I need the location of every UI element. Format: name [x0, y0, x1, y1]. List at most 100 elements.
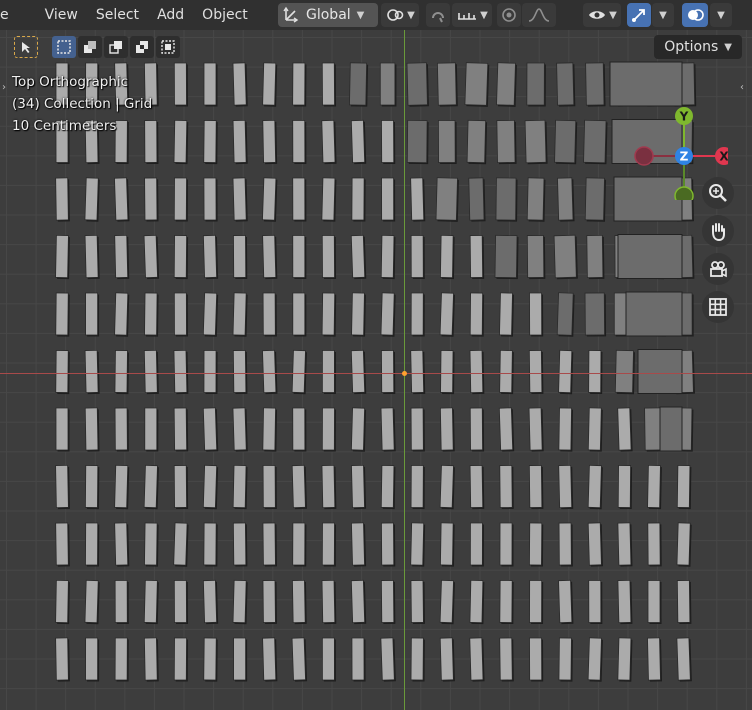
grid-object[interactable]: [587, 464, 603, 510]
grid-object[interactable]: [291, 637, 308, 682]
grid-object-large[interactable]: [637, 349, 683, 394]
grid-object[interactable]: [528, 407, 544, 452]
grid-object[interactable]: [173, 522, 189, 567]
proportional-edit-toggle[interactable]: [497, 3, 521, 27]
grid-object[interactable]: [379, 62, 397, 107]
grid-object[interactable]: [173, 407, 189, 452]
grid-object[interactable]: [349, 62, 369, 107]
grid-object[interactable]: [232, 522, 248, 567]
grid-object[interactable]: [85, 637, 100, 682]
gizmo-toggle[interactable]: [627, 3, 651, 27]
grid-object[interactable]: [291, 464, 307, 510]
grid-object[interactable]: [588, 580, 603, 625]
grid-object[interactable]: [262, 119, 278, 165]
grid-object[interactable]: [232, 62, 248, 107]
grid-object[interactable]: [144, 120, 159, 165]
gizmo-dropdown[interactable]: ▼: [652, 3, 674, 27]
grid-object[interactable]: [292, 292, 307, 337]
grid-object[interactable]: [676, 637, 692, 682]
grid-object[interactable]: [647, 580, 662, 625]
grid-object[interactable]: [410, 292, 425, 337]
grid-object[interactable]: [439, 292, 455, 337]
grid-object[interactable]: [410, 465, 425, 510]
snap-toggle[interactable]: [426, 3, 450, 27]
grid-object[interactable]: [173, 235, 189, 280]
grid-object[interactable]: [232, 119, 248, 165]
mode-subtract-selection[interactable]: [104, 36, 128, 58]
grid-object-large[interactable]: [617, 234, 683, 279]
grid-object[interactable]: [617, 637, 633, 682]
grid-object[interactable]: [410, 522, 426, 567]
grid-object[interactable]: [439, 579, 455, 625]
grid-object[interactable]: [173, 580, 188, 625]
grid-object[interactable]: [495, 177, 518, 222]
overlays-toggle[interactable]: [682, 3, 708, 27]
grid-object[interactable]: [173, 637, 189, 682]
grid-object[interactable]: [410, 235, 425, 280]
grid-object[interactable]: [350, 579, 367, 625]
grid-object[interactable]: [292, 62, 307, 107]
grid-object[interactable]: [587, 637, 603, 682]
grid-object[interactable]: [466, 119, 488, 165]
grid-object[interactable]: [262, 407, 278, 452]
options-dropdown[interactable]: Options ▼: [654, 35, 742, 59]
gizmo-neg-x[interactable]: [634, 146, 654, 166]
grid-object[interactable]: [617, 465, 633, 510]
grid-object[interactable]: [202, 234, 219, 280]
grid-object[interactable]: [321, 292, 337, 337]
grid-object[interactable]: [438, 120, 457, 165]
grid-object[interactable]: [232, 177, 248, 222]
grid-object[interactable]: [499, 465, 514, 510]
grid-object[interactable]: [232, 464, 248, 510]
grid-object[interactable]: [262, 292, 277, 337]
grid-object[interactable]: [381, 120, 396, 165]
transform-orientation-dropdown[interactable]: Global ▼: [278, 3, 378, 27]
grid-object[interactable]: [321, 119, 337, 165]
grid-object[interactable]: [114, 464, 130, 510]
grid-object[interactable]: [553, 234, 578, 280]
grid-object[interactable]: [469, 235, 485, 280]
grid-object[interactable]: [439, 407, 455, 452]
perspective-toggle-button[interactable]: [702, 291, 734, 323]
grid-object[interactable]: [469, 407, 485, 452]
grid-object[interactable]: [262, 522, 277, 567]
grid-object[interactable]: [262, 234, 278, 280]
grid-object[interactable]: [292, 407, 307, 452]
grid-object[interactable]: [55, 637, 70, 682]
grid-object[interactable]: [351, 177, 366, 222]
snap-target-dropdown[interactable]: ▼: [452, 3, 492, 27]
grid-object[interactable]: [232, 579, 248, 625]
mode-difference-selection[interactable]: [130, 36, 154, 58]
grid-object[interactable]: [55, 522, 70, 567]
grid-object[interactable]: [410, 637, 425, 682]
grid-object[interactable]: [381, 177, 396, 222]
grid-object[interactable]: [233, 235, 248, 280]
grid-object[interactable]: [232, 292, 248, 337]
grid-object[interactable]: [350, 119, 367, 165]
grid-object[interactable]: [321, 235, 337, 280]
grid-object[interactable]: [350, 234, 367, 280]
grid-object[interactable]: [203, 637, 218, 682]
grid-object[interactable]: [85, 465, 100, 510]
grid-object[interactable]: [676, 522, 692, 567]
grid-object[interactable]: [351, 464, 367, 510]
grid-object[interactable]: [528, 465, 544, 510]
grid-object[interactable]: [676, 465, 692, 510]
grid-object[interactable]: [292, 120, 307, 165]
grid-object[interactable]: [556, 62, 576, 107]
grid-object[interactable]: [584, 292, 607, 337]
grid-object[interactable]: [292, 177, 307, 222]
grid-object[interactable]: [262, 62, 278, 107]
grid-object[interactable]: [647, 464, 662, 510]
grid-object[interactable]: [173, 119, 189, 165]
grid-object[interactable]: [351, 292, 366, 337]
mode-extend-selection[interactable]: [78, 36, 102, 58]
grid-object[interactable]: [351, 407, 367, 452]
grid-object[interactable]: [321, 62, 337, 107]
grid-object[interactable]: [203, 522, 218, 567]
grid-object[interactable]: [499, 637, 514, 682]
grid-object[interactable]: [529, 292, 544, 337]
grid-object[interactable]: [584, 177, 606, 222]
mode-intersect-selection[interactable]: [156, 36, 180, 58]
grid-object[interactable]: [410, 580, 425, 625]
